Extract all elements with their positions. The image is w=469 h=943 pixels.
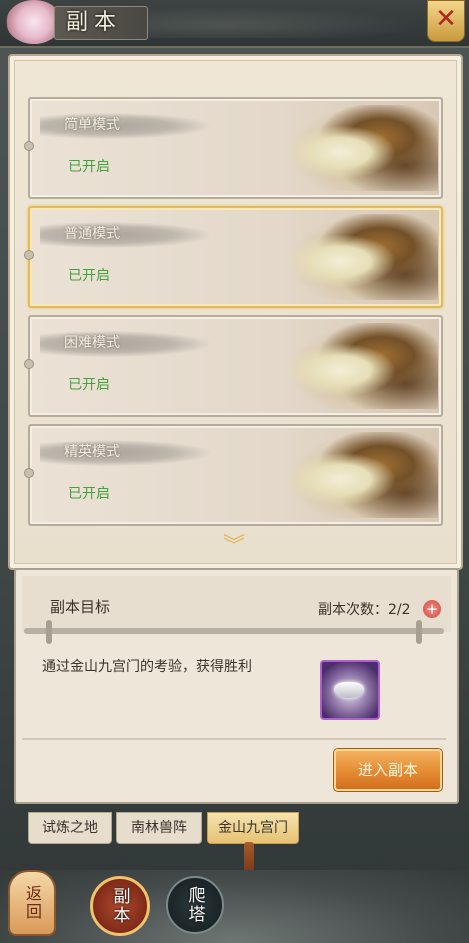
mode-status: 已开启 [68,486,110,502]
card-knob [24,359,34,369]
tassel-decoration [244,842,254,872]
nav-dungeon-label: 副本 [109,887,130,925]
card-knob [24,250,34,260]
mode-card-easy[interactable]: 简单模式 已开启 [24,97,443,199]
tab-trial-ground[interactable]: 试炼之地 [28,812,112,844]
mode-card-hard[interactable]: 困难模式 已开启 [24,315,443,417]
back-button[interactable]: 返回 [8,870,56,936]
runs-counter: 副本次数：2/2 [318,602,411,618]
boss-portrait-image [288,432,438,518]
mode-name: 精英模式 [64,444,120,460]
mode-name: 简单模式 [64,117,120,133]
boss-portrait-image [288,214,438,300]
bottom-dock [0,870,469,943]
page-title: 副本 [66,10,123,35]
nav-tower-button[interactable]: 爬塔 [166,876,224,934]
enter-dungeon-button[interactable]: 进入副本 [334,749,442,791]
scroll-rod [24,628,444,634]
mode-status: 已开启 [68,377,110,393]
boss-portrait-image [288,323,438,409]
card-knob [24,141,34,151]
close-icon: ✕ [435,4,457,34]
objective-title: 副本目标 [50,598,111,616]
rod-end-left [46,620,52,644]
mode-name: 困难模式 [64,335,120,351]
mode-card-elite[interactable]: 精英模式 已开启 [24,424,443,526]
reward-item[interactable] [320,660,380,720]
silver-ingot-icon [334,682,364,698]
back-label: 返回 [23,885,42,921]
tab-nanlin-beast-array[interactable]: 南林兽阵 [116,812,202,844]
mode-name: 普通模式 [64,226,120,242]
divider [22,738,446,740]
mode-card-normal[interactable]: 普通模式 已开启 [24,206,443,308]
mode-status: 已开启 [68,159,110,175]
tab-jinshan-nine-palace-gate[interactable]: 金山九宫门 [207,812,299,844]
mode-status: 已开启 [68,268,110,284]
add-runs-button[interactable]: + [423,600,441,618]
boss-portrait-image [288,105,438,191]
close-button[interactable]: ✕ [427,0,465,42]
scroll-down-chevron-icon[interactable]: ︾ [214,536,254,558]
card-knob [24,468,34,478]
rod-end-right [416,620,422,644]
objective-description: 通过金山九宫门的考验，获得胜利 [42,659,252,675]
nav-tower-label: 爬塔 [184,886,205,924]
nav-dungeon-button[interactable]: 副本 [90,876,150,936]
